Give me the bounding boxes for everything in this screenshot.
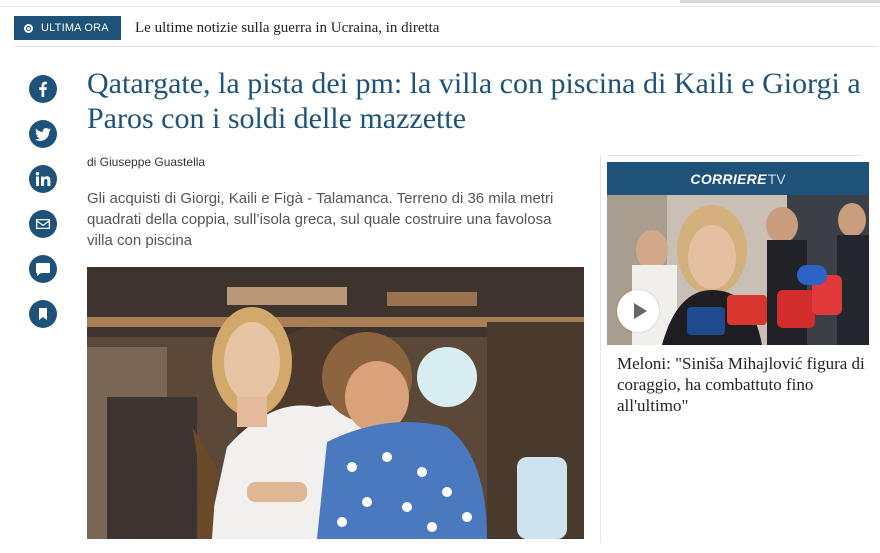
ultima-ora-badge: ULTIMA ORA: [14, 16, 121, 40]
comment-button[interactable]: [29, 255, 57, 283]
breaking-news-ticker[interactable]: ULTIMA ORA Le ultime notizie sulla guerr…: [14, 16, 878, 40]
linkedin-share-button[interactable]: [29, 165, 57, 193]
video-play-button[interactable]: [617, 290, 659, 332]
live-dot-icon: [24, 23, 33, 33]
ticker-headline-link[interactable]: Le ultime notizie sulla guerra in Ucrain…: [135, 20, 439, 37]
twitter-share-button[interactable]: [29, 120, 57, 148]
ticker-divider: [14, 46, 878, 47]
top-shadow: [680, 0, 880, 3]
twitter-icon: [35, 128, 51, 141]
comment-icon: [36, 263, 50, 276]
article-summary: Gli acquisti di Giorgi, Kaili e Figà - T…: [87, 190, 554, 249]
linkedin-icon: [35, 172, 51, 186]
mail-icon: [36, 219, 50, 229]
bookmark-icon: [39, 308, 47, 320]
email-share-button[interactable]: [29, 210, 57, 238]
corriere-tv-header[interactable]: CORRIERE TV: [607, 162, 869, 195]
article-hero-image[interactable]: [87, 267, 584, 539]
badge-label: ULTIMA ORA: [41, 22, 109, 34]
article-title: Qatargate, la pista dei pm: la villa con…: [87, 67, 861, 135]
bookmark-button[interactable]: [29, 300, 57, 328]
video-title-link[interactable]: Meloni: "Siniša Mihajlović figura di cor…: [617, 353, 867, 416]
top-divider: [0, 6, 880, 7]
facebook-icon: [39, 81, 47, 97]
article-byline: di Giuseppe Guastella: [87, 155, 206, 169]
tv-brand-secondary: TV: [767, 170, 786, 187]
facebook-share-button[interactable]: [29, 75, 57, 103]
column-divider: [600, 155, 601, 543]
hero-photo: [87, 267, 584, 539]
share-bar: [29, 75, 59, 345]
tv-brand-primary: CORRIERE: [690, 170, 767, 187]
sidebar-top-rule: [608, 155, 862, 156]
